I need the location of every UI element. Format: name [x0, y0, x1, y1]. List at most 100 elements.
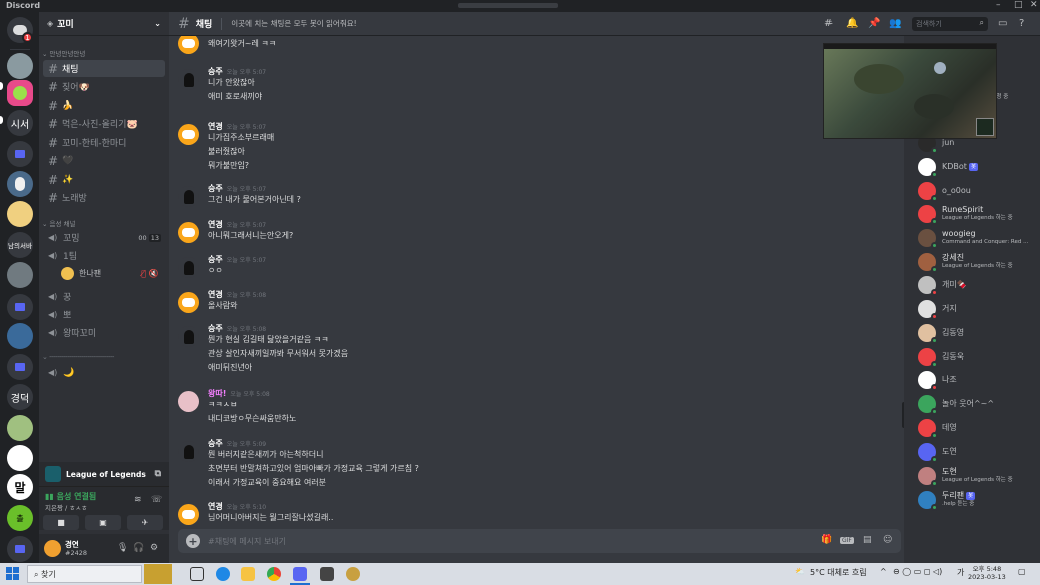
server-icon-kkomi[interactable] [7, 80, 33, 106]
weather-text[interactable]: 5°C 대체로 흐림 [810, 567, 867, 578]
message-author[interactable]: 연경 [208, 290, 223, 299]
upload-plus-icon[interactable]: + [186, 534, 200, 548]
server-folder-icon-3[interactable] [7, 354, 33, 380]
member-item[interactable]: 거지 [918, 300, 957, 320]
avatar[interactable] [178, 292, 199, 313]
weather-icon[interactable]: ⛅ [795, 567, 805, 576]
screen-share-icon[interactable]: ⧉ [155, 469, 161, 479]
server-icon-duck[interactable] [7, 171, 33, 197]
title-drag-region[interactable] [458, 3, 558, 8]
member-item[interactable]: 도연 [918, 443, 957, 463]
member-item[interactable]: RuneSpirit League of Legends 하는 중 [918, 205, 1013, 225]
file-explorer-icon[interactable] [241, 567, 255, 581]
message-input[interactable]: #채팅에 메시지 보내기 [208, 536, 286, 547]
pin-icon[interactable]: 📌 [868, 18, 880, 29]
member-item[interactable]: 데영 [918, 419, 957, 439]
voice-channel-kkung[interactable]: ◀) 꿍 [43, 288, 165, 305]
close-icon[interactable]: ✕ [1030, 0, 1038, 10]
voice-channel-kkoming[interactable]: ◀) 꼬밍 00 13 [43, 229, 165, 246]
server-icon-white[interactable] [7, 445, 33, 471]
server-icon-text-4[interactable]: 말 [7, 474, 33, 500]
channel-item-message-to-kkomi[interactable]: # 꼬미-한테-한마디 [43, 134, 165, 151]
taskbar-search-input[interactable]: ⌕ 찾기 [27, 565, 142, 583]
channel-item-banana[interactable]: # 🍌 [43, 97, 165, 114]
avatar[interactable] [178, 391, 199, 412]
help-icon[interactable]: ? [1019, 18, 1024, 29]
game-pinned-icon[interactable] [144, 564, 172, 584]
app-icon-mouse[interactable] [320, 567, 334, 581]
maximize-icon[interactable]: □ [1014, 0, 1023, 10]
search-input[interactable]: 검색하기 ⌕ [912, 17, 988, 31]
channel-item-sparkle[interactable]: # ✨ [43, 171, 165, 188]
chrome-icon[interactable] [267, 567, 281, 581]
inbox-icon[interactable]: ▭ [998, 18, 1007, 29]
server-icon-text-5[interactable]: 촐 [7, 505, 33, 531]
voice-detail[interactable]: 지은짱 / ㅎㅅㅎ [45, 502, 87, 512]
taskbar-clock[interactable]: 오후 5:48 2023-03-13 [968, 565, 1006, 581]
member-item[interactable]: KDBot 봇 [918, 158, 978, 178]
member-list-icon[interactable]: 👥 [889, 18, 901, 29]
activity-button[interactable]: ✈ [127, 515, 163, 530]
task-view-icon[interactable] [190, 567, 204, 581]
voice-channel-moon[interactable]: ◀) 🌙 [43, 364, 165, 381]
server-icon-avatar-1[interactable] [7, 53, 33, 79]
avatar[interactable] [178, 441, 199, 462]
channel-item-heart[interactable]: # 🖤 [43, 152, 165, 169]
member-item[interactable]: woogieg Command and Conquer: Red ... [918, 229, 1028, 249]
discord-taskbar-icon[interactable] [293, 567, 307, 581]
avatar[interactable] [44, 540, 61, 557]
ime-indicator[interactable]: 가 [957, 567, 964, 578]
screen-share-button[interactable]: ▣ [85, 515, 121, 530]
server-icon-text-3[interactable]: 경덕 [7, 384, 33, 410]
member-item[interactable]: 두리팬 봇 .help 듣는 중 [918, 491, 976, 511]
avatar[interactable] [178, 504, 199, 525]
avatar[interactable] [178, 257, 199, 278]
gif-icon[interactable]: GIF [840, 537, 854, 544]
sticker-icon[interactable]: ▤ [863, 535, 872, 545]
server-icon-car[interactable] [7, 262, 33, 288]
threads-icon[interactable]: #̶ [824, 18, 832, 29]
member-item[interactable]: 놀아 웃어^~^ [918, 395, 994, 415]
message-author[interactable]: 연경 [208, 220, 223, 229]
server-folder-icon-4[interactable] [7, 536, 33, 562]
voice-channel-ppo[interactable]: ◀) 뽀 [43, 306, 165, 323]
gear-icon[interactable]: ⚙ [150, 543, 158, 553]
league-of-legends-icon[interactable] [346, 567, 360, 581]
server-icon-text-1[interactable]: 시서 [7, 110, 33, 136]
message-author[interactable]: 연경 [208, 502, 223, 511]
tray-chevron-icon[interactable]: ^ [880, 567, 887, 576]
message-author[interactable]: 승주 [208, 67, 223, 76]
member-item[interactable]: o_o0ou [918, 182, 971, 202]
member-item[interactable]: 도현 League of Legends 하는 중 [918, 467, 1013, 487]
category-separator[interactable]: ⌄ -------------------------------- [42, 353, 114, 361]
member-item[interactable]: 강세진 League of Legends 하는 중 [918, 253, 1013, 273]
avatar[interactable] [178, 222, 199, 243]
server-icon-city[interactable] [7, 323, 33, 349]
server-icon-character[interactable] [7, 201, 33, 227]
voice-channel-team1[interactable]: ◀) 1팀 [43, 247, 165, 264]
bell-icon[interactable]: 🔔 [846, 18, 858, 29]
channel-item-chat[interactable]: # 채팅 [43, 60, 165, 77]
member-item[interactable]: 김동영 [918, 324, 964, 344]
notification-icon[interactable]: ▢ [1018, 567, 1026, 576]
stream-preview[interactable] [823, 43, 997, 139]
member-item[interactable]: 김동욱 [918, 348, 964, 368]
server-folder-icon-2[interactable] [7, 294, 33, 320]
server-icon-text-2[interactable]: 남의서바 [7, 232, 33, 258]
edge-icon[interactable] [216, 567, 230, 581]
server-folder-icon[interactable] [7, 141, 33, 167]
tray-icons[interactable]: ⊖ ◯ ▭ ◻ ◁) [893, 567, 942, 576]
activity-panel[interactable]: League of Legends ⧉ [39, 462, 169, 486]
avatar[interactable] [178, 36, 199, 54]
avatar[interactable] [178, 124, 199, 145]
avatar[interactable] [178, 69, 199, 90]
member-item[interactable]: 개미🍫 [918, 276, 967, 296]
gift-icon[interactable]: 🎁 [821, 535, 832, 545]
voice-channel-wangtta[interactable]: ◀) 왕따꼬미 [43, 324, 165, 341]
category-voice[interactable]: ⌄ 음성 채널 [42, 218, 76, 228]
message-author[interactable]: 승주 [208, 324, 223, 333]
windows-start-icon[interactable] [6, 567, 20, 581]
server-icon-anime[interactable] [7, 415, 33, 441]
category-text[interactable]: ⌄ 안녕안녕안녕 [42, 48, 85, 58]
headphones-icon[interactable]: 🎧 [133, 543, 144, 553]
